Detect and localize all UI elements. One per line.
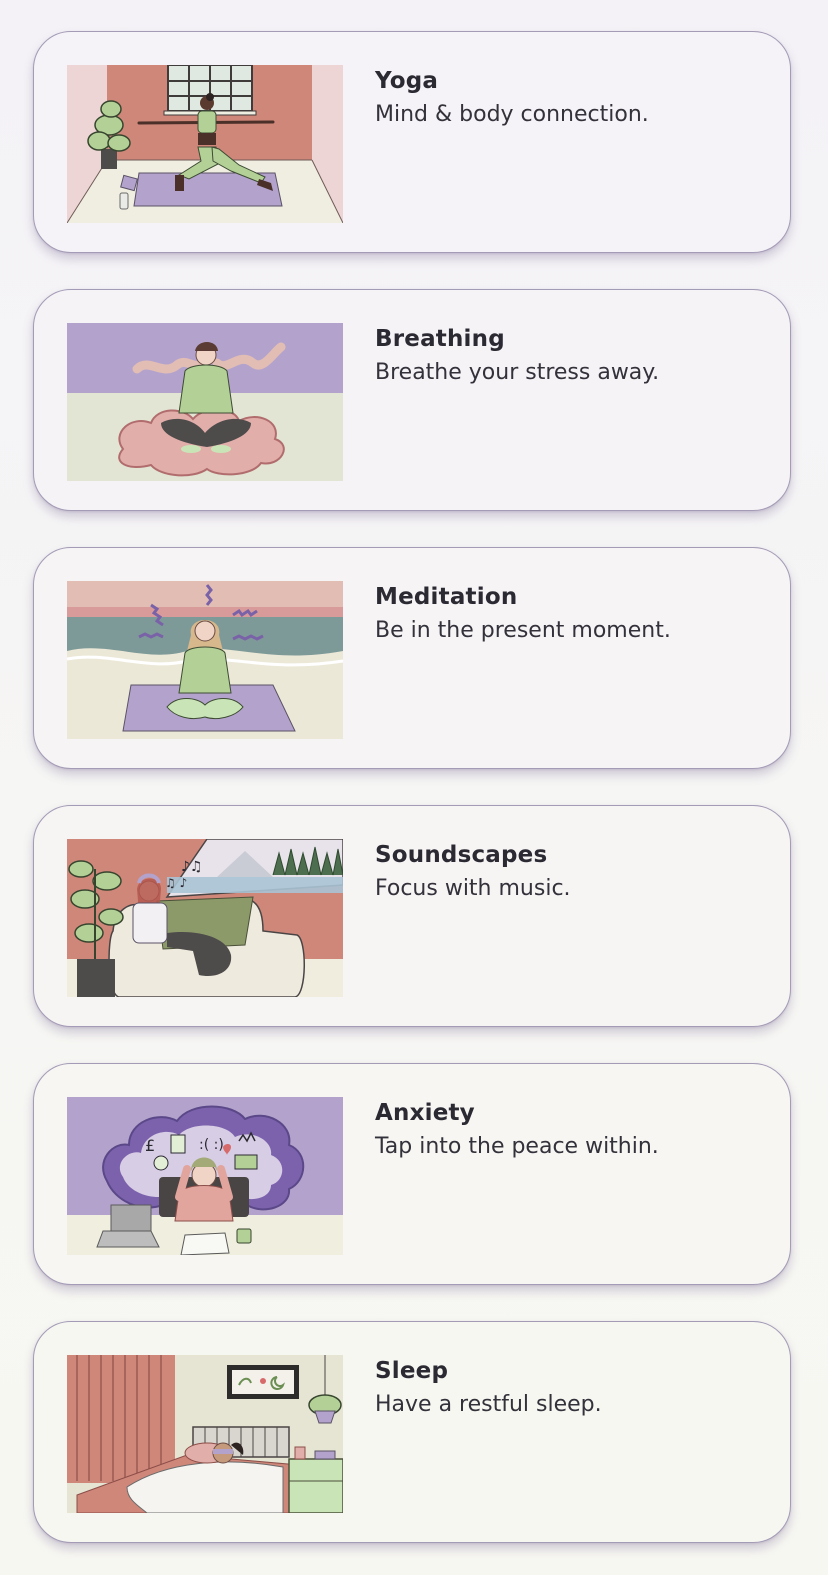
card-title: Yoga bbox=[375, 68, 439, 94]
category-card-soundscapes[interactable]: ♪♫ ♫ ♪ Soundscapes Focus with music. bbox=[33, 805, 791, 1027]
anxiety-illustration: £ :( :) bbox=[67, 1097, 343, 1255]
svg-text:♪♫: ♪♫ bbox=[181, 859, 203, 875]
card-description: Breathe your stress away. bbox=[375, 360, 660, 385]
svg-text:♫ ♪: ♫ ♪ bbox=[165, 876, 187, 890]
category-card-sleep[interactable]: Sleep Have a restful sleep. bbox=[33, 1321, 791, 1543]
card-title: Sleep bbox=[375, 1358, 449, 1384]
card-description: Focus with music. bbox=[375, 876, 571, 901]
breathing-illustration bbox=[67, 323, 343, 481]
card-title: Breathing bbox=[375, 326, 505, 352]
card-title: Soundscapes bbox=[375, 842, 548, 868]
category-card-yoga[interactable]: Yoga Mind & body connection. bbox=[33, 31, 791, 253]
yoga-illustration bbox=[67, 65, 343, 223]
card-title: Anxiety bbox=[375, 1100, 475, 1126]
svg-text::( :): :( :) bbox=[199, 1137, 224, 1153]
category-list: Yoga Mind & body connection. Breathing B… bbox=[0, 0, 828, 1575]
soundscapes-illustration: ♪♫ ♫ ♪ bbox=[67, 839, 343, 997]
card-description: Mind & body connection. bbox=[375, 102, 649, 127]
card-description: Have a restful sleep. bbox=[375, 1392, 602, 1417]
card-description: Tap into the peace within. bbox=[375, 1134, 659, 1159]
svg-text:£: £ bbox=[145, 1136, 155, 1155]
meditation-illustration bbox=[67, 581, 343, 739]
category-card-meditation[interactable]: Meditation Be in the present moment. bbox=[33, 547, 791, 769]
sleep-illustration bbox=[67, 1355, 343, 1513]
category-card-breathing[interactable]: Breathing Breathe your stress away. bbox=[33, 289, 791, 511]
card-title: Meditation bbox=[375, 584, 518, 610]
card-description: Be in the present moment. bbox=[375, 618, 671, 643]
category-card-anxiety[interactable]: £ :( :) Anxiety Tap into the peace withi… bbox=[33, 1063, 791, 1285]
